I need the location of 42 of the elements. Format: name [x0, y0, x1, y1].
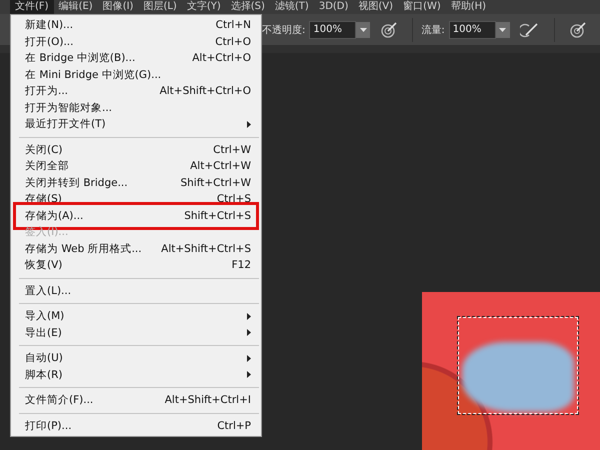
- menu-bar-item[interactable]: 图像(I): [98, 0, 138, 14]
- menu-item[interactable]: 关闭全部 Alt+Ctrl+W: [11, 158, 261, 174]
- menu-item[interactable]: 打开(O)... Ctrl+O: [11, 34, 261, 50]
- caret-icon: [499, 28, 506, 32]
- pressure-icon[interactable]: [568, 20, 587, 38]
- menu-item[interactable]: 打开为... Alt+Shift+Ctrl+O: [11, 83, 261, 100]
- pressure-icon[interactable]: [380, 20, 398, 38]
- menu-bar-item[interactable]: 编辑(E): [54, 0, 98, 14]
- menu-bar-item[interactable]: 图层(L): [138, 0, 182, 14]
- menu-item[interactable]: 自动(U): [11, 350, 261, 366]
- menu-item[interactable]: 新建(N)... Ctrl+N: [11, 17, 261, 34]
- menu-bar-item[interactable]: 帮助(H): [446, 0, 492, 14]
- flow-label: 流量:: [421, 24, 445, 36]
- menu-item[interactable]: 脚本(R): [11, 366, 261, 383]
- menu-item[interactable]: 导入(M): [11, 308, 261, 324]
- menu-item[interactable]: 打印(P)... Ctrl+P: [11, 418, 261, 434]
- caret-icon: [360, 28, 367, 32]
- menu-item[interactable]: 最近打开文件(T): [11, 116, 261, 132]
- menu-bar-item[interactable]: 滤镜(T): [270, 0, 314, 14]
- menu-item[interactable]: 打开为智能对象...: [11, 100, 261, 116]
- menu-item[interactable]: 文件简介(F)... Alt+Shift+Ctrl+I: [11, 392, 261, 408]
- opacity-field[interactable]: 100%: [309, 20, 356, 38]
- opacity-label: 不透明度:: [262, 24, 306, 36]
- dropdown-button[interactable]: [496, 22, 510, 38]
- flow-field[interactable]: 100%: [448, 20, 496, 38]
- menu-item[interactable]: 关闭并转到 Bridge... Shift+Ctrl+W: [11, 174, 261, 191]
- menu-bar-item[interactable]: 选择(S): [226, 0, 270, 14]
- menu-item[interactable]: 在 Mini Bridge 中浏览(G)...: [11, 66, 261, 83]
- menu-bar-item[interactable]: 3D(D): [314, 0, 354, 14]
- menu-item[interactable]: 存储为(A)... Shift+Ctrl+S: [16, 208, 256, 224]
- menu-item[interactable]: 关闭(C) Ctrl+W: [11, 142, 261, 158]
- menu-bar-item[interactable]: 视图(V): [353, 0, 398, 14]
- menu-item[interactable]: 置入(L)...: [11, 282, 261, 299]
- dropdown-button[interactable]: [356, 22, 370, 38]
- menu-bar-item[interactable]: 文字(Y): [182, 0, 226, 14]
- menu-item[interactable]: 导出(E): [11, 324, 261, 341]
- menu-bar-item[interactable]: 文件(F): [10, 0, 54, 14]
- menu-item[interactable]: 恢复(V) F12: [11, 257, 261, 274]
- menu-bar-item[interactable]: 窗口(W): [398, 0, 446, 14]
- menu-item[interactable]: 在 Bridge 中浏览(B)... Alt+Ctrl+O: [11, 50, 261, 66]
- airbrush-icon[interactable]: [520, 20, 540, 38]
- menu-item[interactable]: 存储为 Web 所用格式... Alt+Shift+Ctrl+S: [11, 240, 261, 257]
